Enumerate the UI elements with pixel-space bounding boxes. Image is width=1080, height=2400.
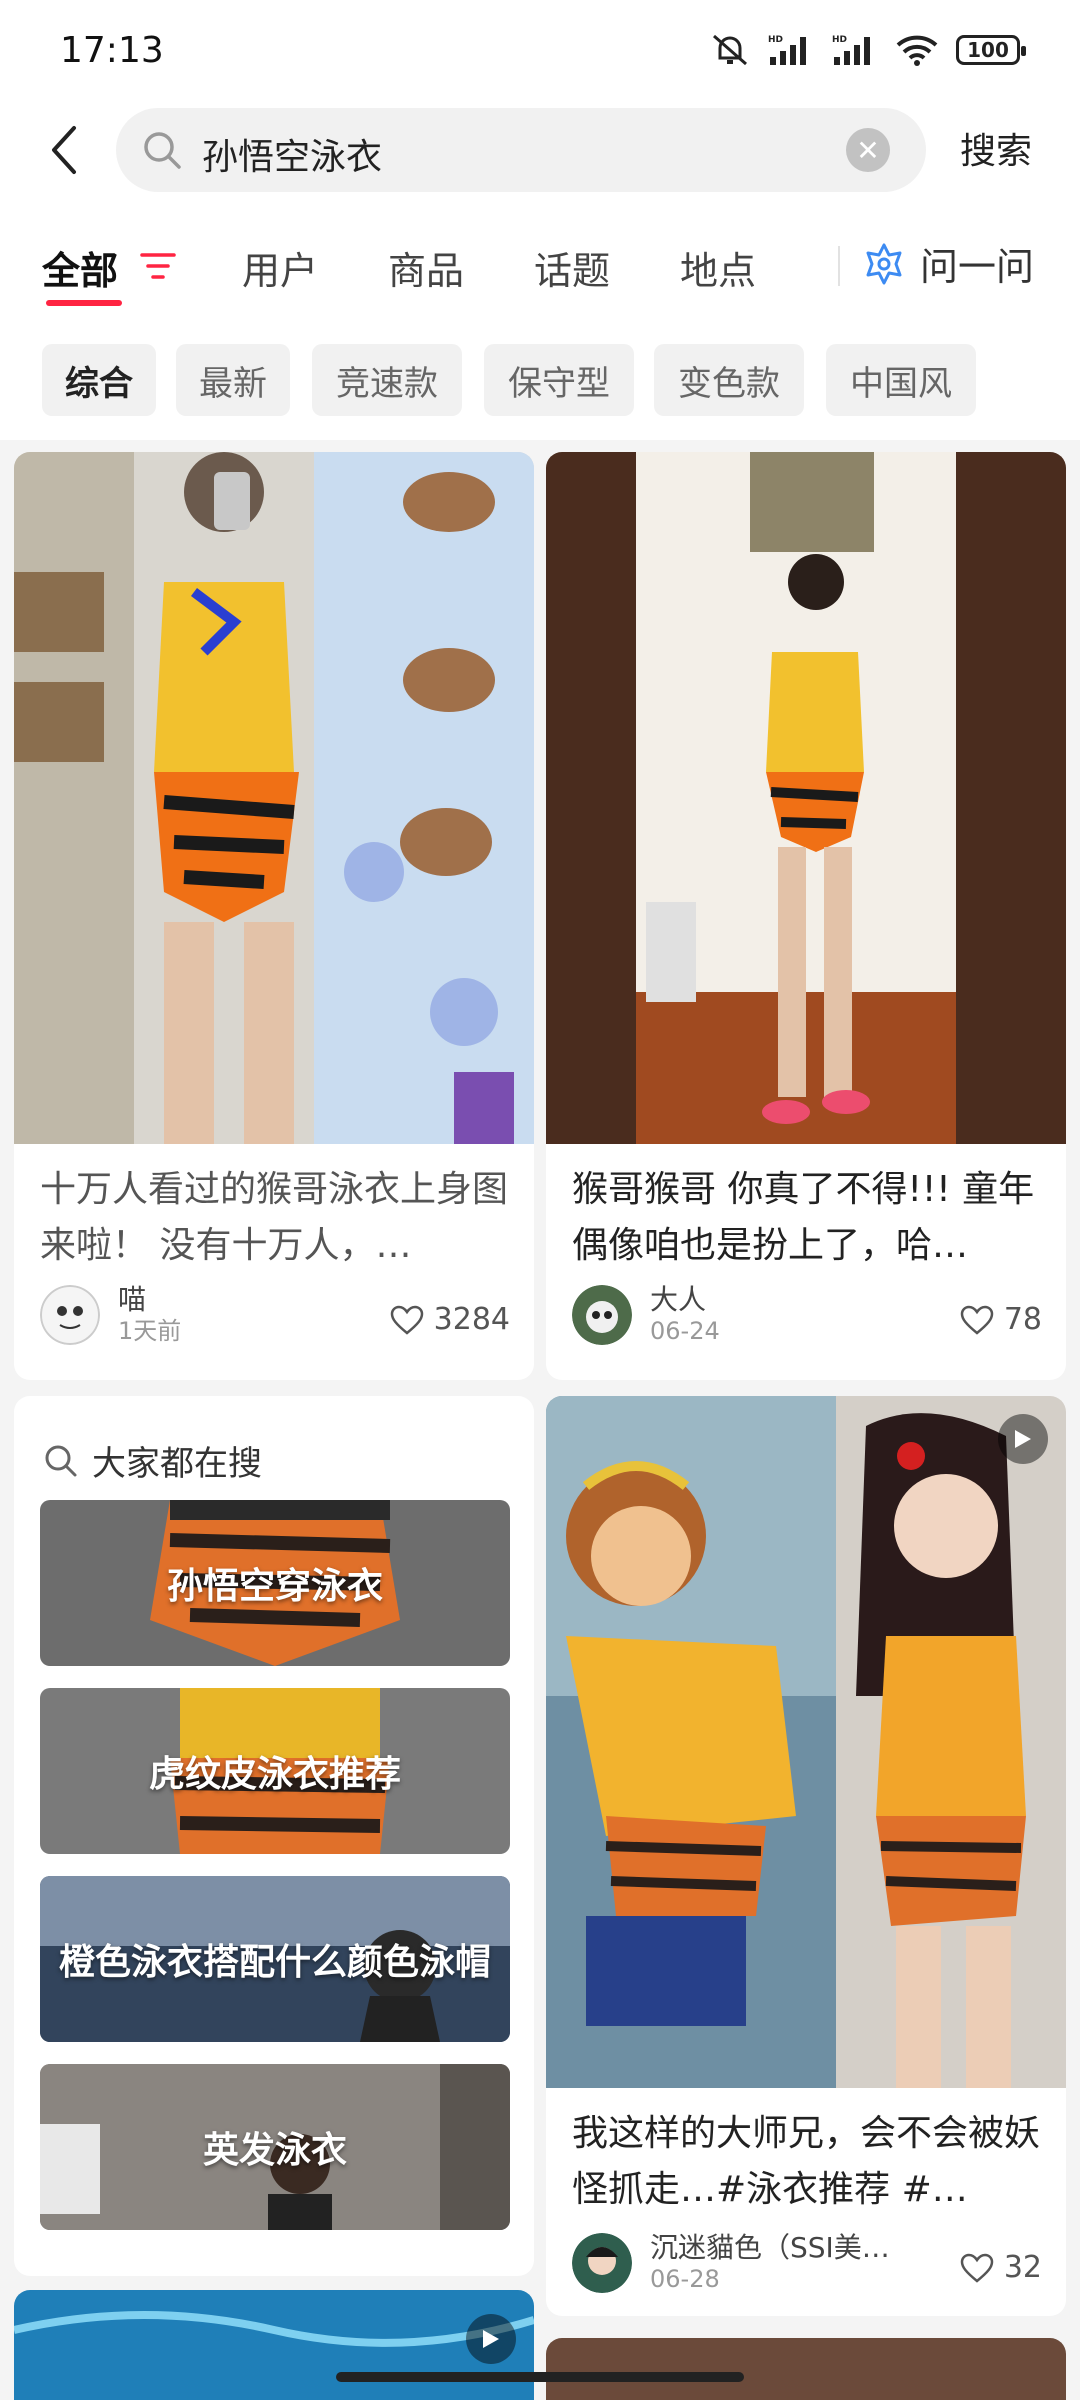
ask-label: 问一问 (920, 245, 1035, 289)
author-name: 沉迷貓色（SSI美… (650, 2232, 890, 2264)
chip-comprehensive[interactable]: 综合 (42, 344, 156, 416)
trending-item[interactable]: 橙色泳衣搭配什么颜色泳帽 (40, 1876, 510, 2042)
ask-assistant-button[interactable]: 问一问 (862, 236, 1034, 291)
like-button[interactable]: 3284 (390, 1302, 510, 1337)
post-author[interactable]: 喵 1天前 (40, 1284, 181, 1346)
status-bar: 17:13 HD HD 100 (0, 0, 1080, 100)
like-count: 3284 (433, 1302, 510, 1337)
post-date: 06-24 (650, 1317, 720, 1345)
video-badge (466, 2314, 516, 2364)
post-caption[interactable]: 十万人看过的猴哥泳衣上身图来啦！ 没有十万人，… (40, 1162, 520, 1274)
post-caption[interactable]: 猴哥猴哥 你真了不得!!! 童年偶像咱也是扮上了，哈… (572, 1162, 1052, 1274)
tab-users[interactable]: 用户 (242, 240, 318, 295)
like-count: 78 (1003, 1302, 1042, 1337)
tab-places[interactable]: 地点 (680, 240, 756, 295)
signal-icon-2: HD (832, 35, 870, 65)
svg-text:HD: HD (832, 35, 847, 45)
search-query: 孙悟空泳衣 (202, 137, 383, 178)
post-image[interactable] (14, 452, 534, 1144)
filter-chips: 综合 最新 竞速款 保守型 变色款 中国风 (0, 330, 1080, 440)
post-date: 1天前 (118, 1317, 182, 1345)
post-card[interactable] (14, 2290, 534, 2400)
like-count: 32 (1003, 2250, 1042, 2285)
play-icon (1015, 1430, 1031, 1448)
tab-divider (838, 246, 840, 286)
chip-latest[interactable]: 最新 (176, 344, 290, 416)
tab-all[interactable]: 全部 (42, 240, 118, 295)
like-button[interactable]: 78 (960, 1302, 1042, 1337)
author-name: 大人 (650, 1283, 707, 1316)
tab-topics[interactable]: 话题 (534, 240, 610, 295)
post-image[interactable] (546, 452, 1066, 1144)
post-caption[interactable]: 我这样的大师兄，会不会被妖怪抓走…#泳衣推荐 #… (572, 2106, 1052, 2218)
avatar (40, 1285, 100, 1345)
play-icon (483, 2330, 499, 2348)
tab-products[interactable]: 商品 (388, 240, 464, 295)
post-date: 06-28 (650, 2265, 720, 2293)
chip-chinese-style[interactable]: 中国风 (826, 344, 976, 416)
search-submit-button[interactable]: 搜索 (960, 122, 1032, 174)
like-button[interactable]: 32 (960, 2250, 1042, 2285)
post-card[interactable] (546, 2338, 1066, 2400)
post-image[interactable] (546, 2338, 1066, 2400)
close-icon: ✕ (856, 133, 880, 167)
clear-search-button[interactable]: ✕ (846, 128, 890, 172)
status-time: 17:13 (60, 30, 164, 71)
trending-title: 大家都在搜 (92, 1444, 262, 1484)
trending-label: 虎纹皮泳衣推荐 (148, 1754, 401, 1795)
battery-level: 100 (967, 38, 1009, 62)
post-author[interactable]: 大人 06-24 (572, 1284, 720, 1346)
trending-label: 橙色泳衣搭配什么颜色泳帽 (58, 1942, 491, 1983)
trending-header: 大家都在搜 (44, 1436, 262, 1485)
post-card[interactable]: 猴哥猴哥 你真了不得!!! 童年偶像咱也是扮上了，哈… 大人 06-24 78 (546, 452, 1066, 1380)
mute-icon (713, 34, 747, 66)
active-tab-indicator (46, 300, 122, 306)
chip-racing[interactable]: 竞速款 (312, 344, 462, 416)
video-badge (998, 1414, 1048, 1464)
result-tabs: 全部 用户 商品 话题 地点 问一问 (0, 200, 1080, 330)
author-name: 喵 (118, 1283, 147, 1316)
battery-icon: 100 (956, 35, 1026, 65)
heart-icon (390, 1305, 423, 1335)
avatar (572, 1285, 632, 1345)
svg-text:HD: HD (768, 35, 783, 45)
avatar (572, 2233, 632, 2293)
signal-icon: HD (768, 35, 806, 65)
trending-label: 孙悟空穿泳衣 (166, 1566, 383, 1607)
trending-item[interactable]: 孙悟空穿泳衣 (40, 1500, 510, 1666)
heart-icon (960, 2253, 994, 2283)
trending-item[interactable]: 虎纹皮泳衣推荐 (40, 1688, 510, 1854)
trending-searches: 大家都在搜 孙悟空穿泳衣 虎纹皮泳衣推荐 橙色泳衣搭配什么颜色泳帽 英发泳衣 (14, 1396, 534, 2276)
ai-assistant-icon (866, 243, 902, 284)
search-header: 孙悟空泳衣 ✕ 搜索 (0, 100, 1080, 200)
trending-label: 英发泳衣 (202, 2130, 347, 2171)
post-card[interactable]: 我这样的大师兄，会不会被妖怪抓走…#泳衣推荐 #… 沉迷貓色（SSI美… 06-… (546, 1396, 1066, 2316)
post-card[interactable]: 十万人看过的猴哥泳衣上身图来啦！ 没有十万人，… 喵 1天前 3284 (14, 452, 534, 1380)
status-icons: HD HD 100 (710, 32, 1026, 68)
wifi-icon (896, 35, 938, 66)
post-author[interactable]: 沉迷貓色（SSI美… 06-28 (572, 2232, 890, 2294)
post-video-thumbnail[interactable] (546, 1396, 1066, 2088)
search-icon (144, 132, 181, 169)
back-icon[interactable] (44, 124, 84, 176)
search-icon (45, 1445, 77, 1476)
search-input[interactable]: 孙悟空泳衣 ✕ (116, 108, 926, 192)
heart-icon (960, 1305, 994, 1335)
filter-icon[interactable] (140, 250, 176, 282)
chip-conservative[interactable]: 保守型 (484, 344, 634, 416)
home-indicator[interactable] (336, 2372, 744, 2382)
post-video-thumbnail[interactable] (14, 2290, 534, 2400)
trending-item[interactable]: 英发泳衣 (40, 2064, 510, 2230)
chip-color-change[interactable]: 变色款 (654, 344, 804, 416)
